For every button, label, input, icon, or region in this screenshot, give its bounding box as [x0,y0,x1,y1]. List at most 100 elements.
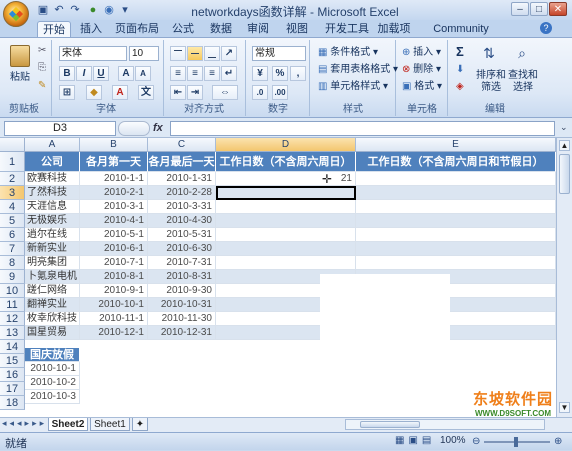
font-size-select[interactable]: 10 [129,46,159,61]
chevron-down-icon[interactable]: ▾ [118,3,132,17]
tab-data[interactable]: 数据 [208,21,234,37]
table-cell[interactable]: 蹉仁网络 [25,284,80,298]
row-header[interactable]: 14 [0,340,25,354]
fill-color-icon[interactable]: ◆ [86,85,102,100]
worksheet-grid[interactable]: A B C D E 1 2 3 4 5 6 7 8 9 10 11 12 13 14 15 16 17 18 公司各… [0,138,556,417]
table-cell[interactable] [356,172,556,186]
formula-input[interactable] [170,121,555,136]
underline-button[interactable]: U [93,66,109,81]
delete-cells-button[interactable]: ⊗ 删除 ▾ [402,64,441,76]
grow-font-button[interactable]: A [118,66,134,81]
find-select-icon[interactable]: ⌕ [513,45,531,63]
row-header[interactable]: 6 [0,228,25,242]
percent-button[interactable]: % [272,66,288,81]
zoom-in-icon[interactable]: ⊕ [554,436,562,447]
table-cell[interactable]: 2010-3-31 [148,200,216,214]
table-cell[interactable]: 2010-5-1 [80,228,148,242]
tab-page-layout[interactable]: 页面布局 [113,21,161,37]
formula-cancel-enter[interactable] [118,121,150,136]
font-color-icon[interactable]: A [112,85,128,100]
tab-view[interactable]: 视图 [284,21,310,37]
sort-filter-icon[interactable]: ⇅ [480,45,498,63]
vertical-scrollbar[interactable]: ▲ ▼ [556,138,572,417]
cell-styles-button[interactable]: ▥ 单元格样式 ▾ [318,81,388,93]
fill-icon[interactable]: ⬇ [456,64,464,76]
tab-community-clips[interactable]: Community Clips [420,21,502,51]
table-cell[interactable]: 2010-11-30 [148,312,216,326]
table-cell[interactable]: 2010-1-31 [148,172,216,186]
close-button[interactable]: ✕ [549,2,567,16]
format-as-table-button[interactable]: ▤ 套用表格格式 ▾ [318,64,398,76]
table-cell[interactable]: 了然科技 [25,186,80,200]
table-cell[interactable]: 无极娱乐 [25,214,80,228]
name-box[interactable]: D3 [4,121,116,136]
table-cell[interactable]: 2010-9-1 [80,284,148,298]
phonetic-icon[interactable]: 文 [138,85,154,100]
table-cell[interactable]: 明亮集团 [25,256,80,270]
table-cell[interactable] [216,200,356,214]
currency-icon[interactable]: ¥ [252,66,268,81]
table-cell[interactable] [216,242,356,256]
zoom-out-icon[interactable]: ⊖ [472,436,480,447]
table-cell[interactable]: 2010-12-31 [148,326,216,340]
row-header[interactable]: 5 [0,214,25,228]
table-cell[interactable] [356,200,556,214]
save-icon[interactable]: ▣ [36,3,50,17]
table-cell[interactable] [216,228,356,242]
maximize-button[interactable]: □ [530,2,548,16]
cut-icon[interactable]: ✂ [38,45,46,57]
number-format-select[interactable]: 常规 [252,46,306,61]
table-cell[interactable]: 2010-2-28 [148,186,216,200]
table-cell[interactable]: 2010-8-1 [80,270,148,284]
increase-indent-icon[interactable]: ⇥ [187,85,203,100]
table-cell[interactable]: 2010-8-31 [148,270,216,284]
table-cell[interactable]: 欧赛科技 [25,172,80,186]
column-header-d[interactable]: D [216,138,356,152]
bold-button[interactable]: B [59,66,75,81]
table-cell[interactable]: 2010-5-31 [148,228,216,242]
help-icon[interactable]: ? [540,22,552,34]
paste-icon[interactable] [10,45,30,67]
sheet-tab-sheet1[interactable]: Sheet1 [90,418,130,431]
table-cell[interactable]: 2010-7-31 [148,256,216,270]
column-header-c[interactable]: C [148,138,216,152]
column-header-a[interactable]: A [25,138,80,152]
insert-cells-button[interactable]: ⊕ 插入 ▾ [402,47,441,59]
decrease-indent-icon[interactable]: ⇤ [170,85,186,100]
row-header[interactable]: 9 [0,270,25,284]
row-header[interactable]: 13 [0,326,25,340]
table-cell[interactable]: 2010-6-1 [80,242,148,256]
copy-icon[interactable]: ⎘ [38,62,46,74]
conditional-format-button[interactable]: ▦ 条件格式 ▾ [318,47,378,59]
table-cell[interactable]: 2010-12-1 [80,326,148,340]
expand-formula-icon[interactable]: ⌄ [560,122,568,133]
scroll-thumb[interactable] [559,154,570,194]
circle-icon[interactable]: ◉ [102,3,116,17]
format-cells-button[interactable]: ▣ 格式 ▾ [402,81,442,93]
row-header[interactable]: 17 [0,382,25,396]
table-cell[interactable]: 2010-7-1 [80,256,148,270]
align-left-icon[interactable]: ≡ [170,66,186,81]
align-center-icon[interactable]: ≡ [187,66,203,81]
tab-formulas[interactable]: 公式 [170,21,196,37]
select-all-corner[interactable] [0,138,25,152]
table-cell[interactable] [356,186,556,200]
table-cell[interactable]: 2010-3-1 [80,200,148,214]
holiday-date[interactable]: 2010-10-1 [25,362,80,376]
zoom-level[interactable]: 100% [440,435,466,446]
undo-icon[interactable]: ↶ [52,3,66,17]
row-header[interactable]: 4 [0,200,25,214]
row-header[interactable]: 3 [0,186,25,200]
table-cell[interactable] [356,242,556,256]
table-cell[interactable] [216,214,356,228]
minimize-button[interactable]: – [511,2,529,16]
table-cell[interactable]: 2010-11-1 [80,312,148,326]
table-cell[interactable]: 2010-10-1 [80,298,148,312]
row-header[interactable]: 8 [0,256,25,270]
tab-addins[interactable]: 加载项 [376,21,412,37]
row-header[interactable]: 1 [0,152,25,172]
table-cell[interactable]: 新新实业 [25,242,80,256]
align-right-icon[interactable]: ≡ [204,66,220,81]
row-header[interactable]: 12 [0,312,25,326]
sort-filter-button[interactable]: 排序和 筛选 [476,70,506,94]
